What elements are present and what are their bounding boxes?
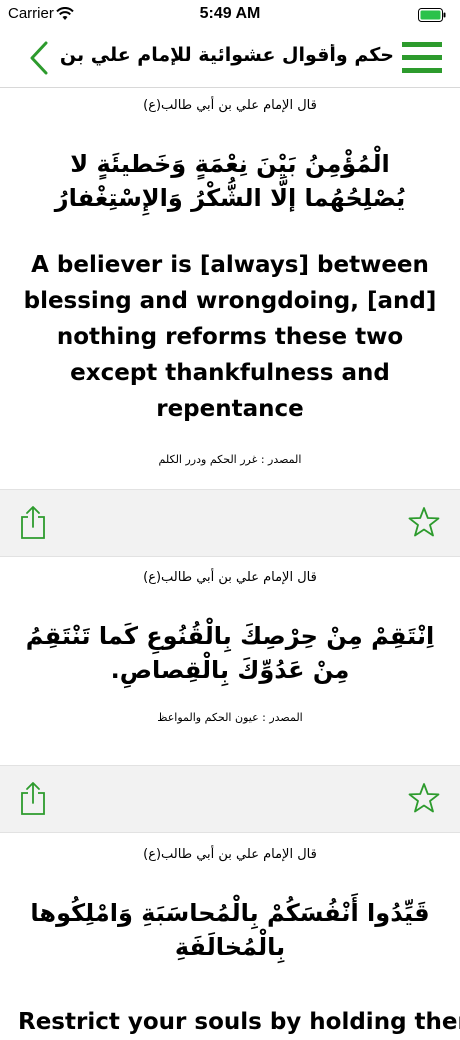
quote-attribution: قال الإمام علي بن أبي طالب(ع) [143, 570, 317, 585]
quote-attribution: قال الإمام علي بن أبي طالب(ع) [143, 98, 317, 113]
share-icon[interactable] [18, 780, 48, 816]
navigation-bar: حكم وأقوال عشوائية للإمام علي بن أبي ط..… [0, 30, 460, 88]
quote-card: قال الإمام علي بن أبي طالب(ع) قَيِّدُوا … [0, 847, 460, 1040]
quote-source: المصدر : عيون الحكم والمواعظ [157, 711, 303, 724]
quote-arabic-text: اِنْتَقِمْ مِنْ حِرْصِكَ بِالْقُنُوعِ كَ… [25, 622, 435, 684]
back-chevron-icon[interactable] [26, 39, 54, 77]
favorite-star-icon[interactable] [408, 506, 440, 538]
quote-card: قال الإمام علي بن أبي طالب(ع) اِنْتَقِمْ… [0, 570, 460, 724]
quote-arabic-text: قَيِّدُوا أَنْفُسَكُمْ بِالْمُحاسَبَةِ و… [30, 899, 430, 961]
status-bar: Carrier 5:49 AM [0, 0, 460, 30]
quote-source: المصدر : غرر الحكم ودرر الكلم [158, 453, 302, 466]
quote-english-text: A believer is [always] between blessing … [23, 252, 437, 422]
quote-attribution: قال الإمام علي بن أبي طالب(ع) [143, 847, 317, 862]
page-title: حكم وأقوال عشوائية للإمام علي بن أبي ط..… [58, 44, 394, 66]
quote-card: قال الإمام علي بن أبي طالب(ع) الْمُؤْمِن… [0, 98, 460, 466]
clock: 5:49 AM [199, 5, 261, 22]
battery-icon [418, 7, 446, 26]
quote-action-bar [0, 489, 460, 557]
favorite-star-icon[interactable] [408, 782, 440, 814]
hamburger-menu-icon[interactable] [402, 40, 442, 76]
quote-arabic-text: الْمُؤْمِنُ بَيْنَ نِعْمَةٍ وَخَطيئَةٍ ل… [54, 150, 406, 212]
share-icon[interactable] [18, 504, 48, 540]
quote-action-bar [0, 765, 460, 833]
quote-english-text: Restrict your souls by holding them [18, 1009, 460, 1035]
